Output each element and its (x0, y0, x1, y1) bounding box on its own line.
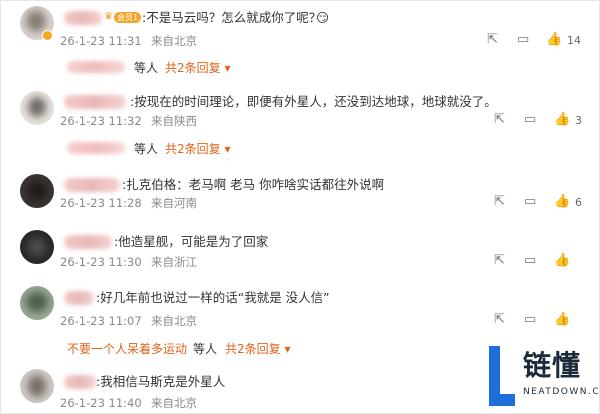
comment-location: 来自北京 (151, 34, 197, 48)
reply-suffix: 等人 (134, 61, 159, 75)
comment-time: 26-1-23 11:40 (60, 396, 142, 410)
emoji-icon: 😏 (316, 10, 330, 25)
comment-text: :按现在的时间理论，即便有外星人，还没到达地球，地球就没了。 (130, 94, 497, 109)
share-icon[interactable]: ⇱ (494, 254, 505, 268)
comment-icon[interactable]: ▭ (524, 113, 536, 127)
username-blurred[interactable] (64, 178, 120, 192)
comment-icon[interactable]: ▭ (524, 254, 536, 268)
logo-l-icon (489, 346, 515, 406)
view-replies-link[interactable]: 共2条回复 ▾ (225, 340, 290, 357)
reply-suffix: 等人 (134, 142, 159, 156)
comment-time: 26-1-23 11:31 (60, 34, 142, 48)
comment-icon[interactable]: ▭ (517, 33, 529, 47)
avatar[interactable] (20, 369, 54, 403)
share-icon[interactable]: ⇱ (494, 113, 505, 127)
comment-text: :他造星舰，可能是为了回家 (114, 234, 269, 249)
avatar[interactable] (20, 286, 54, 320)
like-count: 14 (567, 34, 581, 47)
view-replies-link[interactable]: 共2条回复 ▾ (165, 59, 230, 76)
share-icon[interactable]: ⇱ (494, 313, 505, 327)
like-count: 3 (575, 114, 582, 127)
comment-location: 来自北京 (151, 396, 197, 410)
avatar[interactable] (20, 91, 54, 125)
like-icon[interactable]: 👍 (554, 113, 570, 127)
avatar[interactable] (20, 174, 54, 208)
vip-badge: 会员1 (114, 12, 142, 23)
watermark-logo-text: 链懂 (523, 349, 582, 382)
comment-location: 来自浙江 (151, 255, 197, 269)
reply-suffix: 等人 (193, 342, 218, 356)
verified-badge (42, 30, 53, 41)
share-icon[interactable]: ⇱ (487, 33, 498, 47)
username-blurred[interactable] (64, 291, 94, 305)
like-icon[interactable]: 👍 (546, 33, 562, 47)
share-icon[interactable]: ⇱ (494, 195, 505, 209)
comment-icon[interactable]: ▭ (524, 195, 536, 209)
username-blurred[interactable] (64, 375, 96, 389)
like-icon[interactable]: 👍 (554, 254, 570, 268)
watermark-logo-subtext: NEATDOWN.COM (523, 387, 600, 397)
comment-time: 26-1-23 11:28 (60, 196, 142, 210)
like-icon[interactable]: 👍 (554, 313, 570, 327)
reply-user-link[interactable]: 不要一个人呆着多运动 (67, 340, 187, 357)
reply-users-blurred (67, 61, 125, 73)
comment-text: :不是马云吗？怎么就成你了呢？ (142, 10, 322, 25)
comment-location: 来自河南 (151, 196, 197, 210)
username-blurred[interactable] (64, 235, 112, 249)
reply-users-blurred (67, 142, 125, 154)
crown-icon: ♛ (104, 11, 113, 22)
username-blurred[interactable] (64, 11, 102, 25)
comment-icon[interactable]: ▭ (524, 313, 536, 327)
comment-location: 来自北京 (151, 314, 197, 328)
comment-text: :好几年前也说过一样的话“我就是 没人信” (96, 290, 330, 305)
comment-location: 来自陕西 (151, 114, 197, 128)
comment-time: 26-1-23 11:07 (60, 314, 142, 328)
comment-time: 26-1-23 11:30 (60, 255, 142, 269)
comment-time: 26-1-23 11:32 (60, 114, 142, 128)
comment-text: :扎克伯格：老马啊 老马 你咋啥实话都往外说啊 (122, 177, 385, 192)
username-blurred[interactable] (64, 95, 126, 109)
comment-text: :我相信马斯克是外星人 (96, 374, 226, 389)
like-icon[interactable]: 👍 (554, 195, 570, 209)
like-count: 6 (575, 196, 582, 209)
reply-summary[interactable]: 等人 共2条回复 ▾ (59, 58, 579, 76)
avatar[interactable] (20, 230, 54, 264)
comment-panel: ♛ 会员1 :不是马云吗？怎么就成你了呢？ 😏 26-1-23 11:31 来自… (0, 0, 600, 414)
view-replies-link[interactable]: 共2条回复 ▾ (165, 140, 230, 157)
reply-summary[interactable]: 等人 共2条回复 ▾ (59, 139, 579, 157)
